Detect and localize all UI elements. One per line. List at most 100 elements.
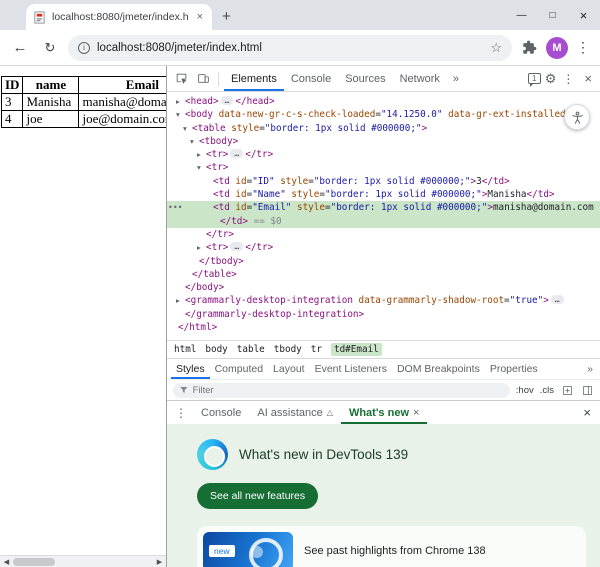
table-cell: manisha@domain.com — [79, 94, 166, 111]
breadcrumb-item[interactable]: tr — [311, 344, 322, 355]
dom-tree-line[interactable]: ▸<tr>…</tr> — [167, 148, 600, 161]
main-content: IDnameEmail 3Manishamanisha@domain.com4j… — [0, 66, 600, 567]
expand-node-icon[interactable]: ▸ — [176, 294, 185, 307]
expand-node-icon[interactable]: ▸ — [197, 241, 206, 254]
table-cell: Manisha — [23, 94, 79, 111]
styles-tabs: StylesComputedLayoutEvent ListenersDOM B… — [167, 358, 600, 379]
collapse-node-icon[interactable]: ▾ — [190, 135, 199, 148]
toolbar-divider — [218, 72, 219, 86]
styles-tab-styles[interactable]: Styles — [171, 359, 210, 379]
horizontal-scrollbar[interactable]: ◀ ▶ — [0, 555, 166, 567]
dom-tree-line[interactable]: </table> — [167, 268, 600, 281]
styles-tab-computed[interactable]: Computed — [210, 359, 268, 379]
styles-tab-dom-breakpoints[interactable]: DOM Breakpoints — [392, 359, 485, 379]
dom-tree-line[interactable]: <td id="ID" style="border: 1px solid #00… — [167, 175, 600, 188]
collapse-node-icon[interactable]: ▾ — [176, 108, 185, 121]
dom-tree-line[interactable]: </body> — [167, 281, 600, 294]
dom-tree-line[interactable]: <td id="Name" style="border: 1px solid #… — [167, 188, 600, 201]
accessibility-toggle-button[interactable] — [564, 104, 590, 130]
url-text[interactable]: localhost:8080/jmeter/index.html — [97, 42, 483, 54]
dom-tree: ▸<head>…</head>▾<body data-new-gr-c-s-ch… — [167, 92, 600, 340]
inspect-element-icon[interactable] — [171, 69, 191, 89]
dom-tree-line[interactable]: </tbody> — [167, 255, 600, 268]
expand-node-icon[interactable]: ▸ — [197, 148, 206, 161]
breadcrumb-item[interactable]: td#Email — [331, 343, 382, 356]
drawer-close-icon[interactable]: × — [576, 405, 598, 420]
devtools-tab-network[interactable]: Network — [393, 66, 447, 91]
breadcrumb-item[interactable]: table — [237, 344, 265, 355]
drawer-menu-icon[interactable]: ⋮ — [169, 406, 193, 420]
address-bar[interactable]: i localhost:8080/jmeter/index.html ☆ — [68, 35, 512, 61]
element-classes-button[interactable]: .cls — [540, 385, 554, 396]
see-all-new-features-button[interactable]: See all new features — [197, 483, 318, 509]
window-close-button[interactable]: × — [568, 0, 599, 30]
browser-window: localhost:8080/jmeter/index.htm × + — □ … — [0, 0, 600, 567]
reload-button[interactable]: ↻ — [38, 36, 62, 60]
dom-tree-lines: ▸<head>…</head>▾<body data-new-gr-c-s-ch… — [167, 95, 600, 334]
devtools-panel-tabs: ElementsConsoleSourcesNetwork — [224, 66, 447, 91]
scroll-right-icon[interactable]: ▶ — [153, 558, 166, 566]
extensions-icon[interactable] — [518, 37, 540, 59]
expand-node-icon[interactable]: ▸ — [176, 95, 185, 108]
browser-tab[interactable]: localhost:8080/jmeter/index.htm × — [26, 4, 212, 30]
minimize-button[interactable]: — — [506, 0, 537, 30]
issues-counter[interactable]: 1 — [528, 73, 541, 84]
dom-tree-line[interactable]: ▾<table style="border: 1px solid #000000… — [167, 122, 600, 135]
styles-filter-input[interactable] — [193, 385, 504, 396]
styles-tab-layout[interactable]: Layout — [268, 359, 310, 379]
devtools-tab-console[interactable]: Console — [284, 66, 338, 91]
dom-tree-line[interactable]: ▾<body data-new-gr-c-s-check-loaded="14.… — [167, 108, 600, 121]
collapse-node-icon[interactable]: ▾ — [183, 122, 192, 135]
styles-tab-event-listeners[interactable]: Event Listeners — [310, 359, 392, 379]
drawer-tab-ai-assistance[interactable]: AI assistance△ — [249, 401, 341, 424]
devtools-tab-sources[interactable]: Sources — [338, 66, 392, 91]
settings-gear-icon[interactable]: ⚙ — [545, 71, 557, 87]
filter-field[interactable] — [173, 383, 510, 398]
drawer-tab-console[interactable]: Console — [193, 401, 249, 424]
profile-avatar[interactable]: M — [546, 37, 568, 59]
node-more-actions-icon[interactable]: ••• — [168, 201, 182, 214]
collapse-node-icon[interactable]: ▾ — [197, 161, 206, 174]
breadcrumb-item[interactable]: tbody — [274, 344, 302, 355]
dom-tree-line[interactable]: •••<td id="Email" style="border: 1px sol… — [167, 201, 600, 214]
dom-tree-line[interactable]: </tr> — [167, 228, 600, 241]
new-tab-button[interactable]: + — [222, 8, 231, 25]
styles-filter-bar: :hov .cls — [167, 379, 600, 400]
devtools-logo-icon — [197, 439, 228, 470]
dom-tree-line[interactable]: ▸<grammarly-desktop-integration data-gra… — [167, 294, 600, 307]
browser-menu-icon[interactable]: ⋮ — [574, 39, 592, 56]
devtools-close-icon[interactable]: × — [580, 71, 596, 86]
dom-tree-line[interactable]: ▸<tr>…</tr> — [167, 241, 600, 254]
more-panels-icon[interactable]: » — [449, 73, 463, 85]
scroll-left-icon[interactable]: ◀ — [0, 558, 13, 566]
devtools-menu-icon[interactable]: ⋮ — [560, 72, 576, 86]
window-controls: — □ × — [506, 0, 599, 30]
devtools-tab-elements[interactable]: Elements — [224, 66, 284, 91]
maximize-button[interactable]: □ — [537, 0, 568, 30]
drawer-tab-what-s-new[interactable]: What's new× — [341, 401, 428, 424]
styles-tab-properties[interactable]: Properties — [485, 359, 543, 379]
breadcrumb-item[interactable]: html — [174, 344, 196, 355]
tab-close-icon[interactable]: × — [195, 11, 205, 23]
toggle-element-state-button[interactable]: :hov — [516, 385, 534, 396]
back-button[interactable]: ← — [8, 36, 32, 60]
ai-assistance-badge-icon: △ — [327, 408, 333, 417]
dom-tree-line[interactable]: ▾<tr> — [167, 161, 600, 174]
dom-tree-line[interactable]: </html> — [167, 321, 600, 334]
scrollbar-thumb[interactable] — [13, 558, 55, 566]
page-table: IDnameEmail 3Manishamanisha@domain.com4j… — [1, 76, 166, 128]
new-style-rule-icon[interactable] — [560, 383, 574, 397]
dom-tree-line[interactable]: </grammarly-desktop-integration> — [167, 308, 600, 321]
close-whats-new-tab-icon[interactable]: × — [413, 407, 419, 419]
more-sidebar-tabs-icon[interactable]: » — [584, 359, 596, 379]
dom-tree-line[interactable]: ▾<tbody> — [167, 135, 600, 148]
breadcrumb-item[interactable]: body — [205, 344, 227, 355]
dom-tree-line[interactable]: ▸<head>…</head> — [167, 95, 600, 108]
highlights-card[interactable]: new See past highlights from Chrome 138 — [197, 526, 586, 567]
computed-panel-icon[interactable] — [580, 383, 594, 397]
device-toolbar-icon[interactable] — [193, 69, 213, 89]
site-info-icon[interactable]: i — [78, 42, 90, 54]
dom-tree-line[interactable]: </td> == $0 — [167, 215, 600, 228]
bookmark-star-icon[interactable]: ☆ — [490, 40, 502, 56]
page-table-header-row: IDnameEmail — [2, 77, 167, 94]
